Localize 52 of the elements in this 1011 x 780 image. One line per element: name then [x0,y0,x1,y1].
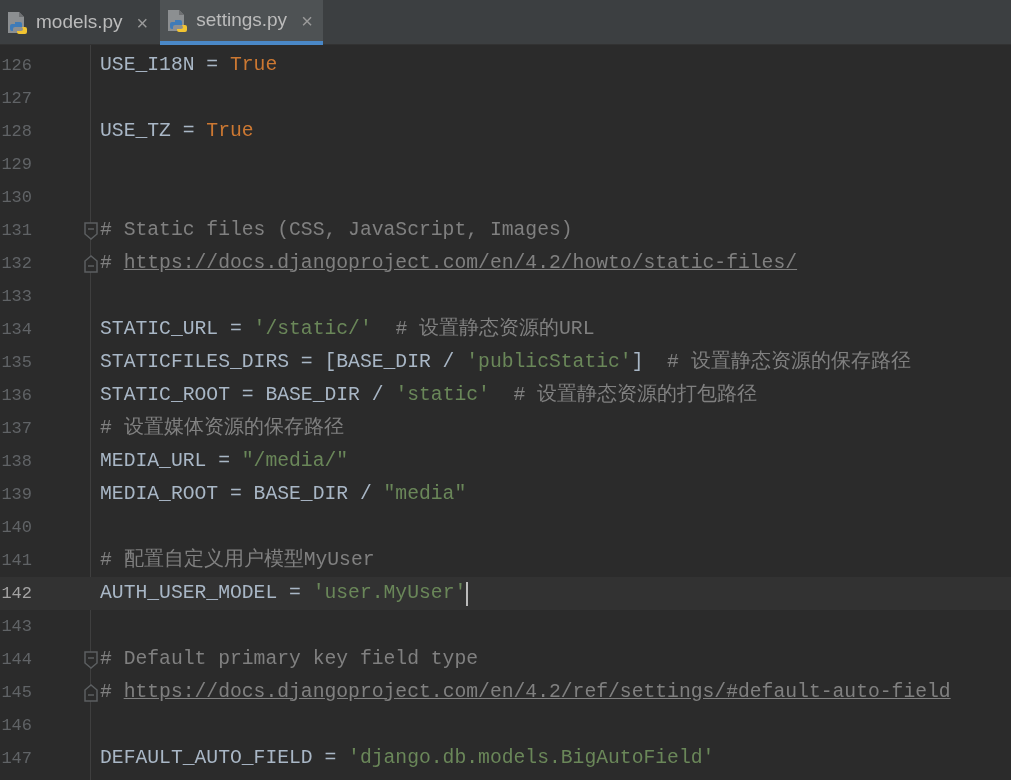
line-number: 133 [0,285,32,308]
line-number: 128 [0,120,32,143]
fold-marker-icon[interactable] [84,221,98,240]
line-number: 144 [0,648,32,671]
code-line: MEDIA_URL = "/media/" [100,448,349,474]
python-file-icon [166,8,189,33]
line-number: 140 [0,516,32,539]
python-file-icon [6,10,28,35]
code-line: STATIC_URL = '/static/' # 设置静态资源的URL [100,316,595,342]
line-number: 145 [0,681,32,704]
code-line: USE_TZ = True [100,118,254,144]
code-line: USE_I18N = True [100,52,278,78]
close-icon[interactable]: × [136,7,149,38]
code-line: DEFAULT_AUTO_FIELD = 'django.db.models.BigAutoField' [100,745,715,771]
fold-marker-icon[interactable] [84,254,98,273]
line-number: 135 [0,351,32,374]
line-number: 141 [0,549,32,572]
line-number: 130 [0,186,32,209]
line-number: 131 [0,219,32,242]
code-line: # Default primary key field type [100,646,479,672]
line-number: 147 [0,747,32,770]
line-number: 126 [0,54,32,77]
code-line: STATIC_ROOT = BASE_DIR / 'static' # 设置静态资源的打包路径 [100,382,758,408]
editor-tab[interactable]: settings.py × [160,0,323,45]
line-number: 129 [0,153,32,176]
line-number: 127 [0,87,32,110]
line-number: 132 [0,252,32,275]
line-number: 134 [0,318,32,341]
tab-label: settings.py [196,8,288,33]
editor-tab[interactable]: models.py × [0,0,159,45]
tab-label: models.py [36,10,123,35]
fold-marker-icon[interactable] [84,650,98,669]
line-number: 138 [0,450,32,473]
code-line: MEDIA_ROOT = BASE_DIR / "media" [100,481,467,507]
fold-marker-icon[interactable] [84,683,98,702]
line-number: 143 [0,615,32,638]
code-line: # 配置自定义用户模型MyUser [100,547,375,573]
code-line: # Static files (CSS, JavaScript, Images) [100,217,573,243]
close-icon[interactable]: × [301,5,313,36]
link[interactable]: https://docs.djangoproject.com/en/4.2/ref/settings/#default-auto-field [123,680,951,703]
link[interactable]: https://docs.djangoproject.com/en/4.2/howto/static-files/ [123,251,798,274]
text-cursor [466,581,469,606]
code-line: # https://docs.djangoproject.com/en/4.2/howto/static-files/ [100,250,798,276]
code-line: # 设置媒体资源的保存路径 [100,415,344,441]
line-number: 137 [0,417,32,440]
code-line: # https://docs.djangoproject.com/en/4.2/ref/settings/#default-auto-field [100,679,951,705]
line-number: 136 [0,384,32,407]
code-line: STATICFILES_DIRS = [BASE_DIR / 'publicStatic'] # 设置静态资源的保存路径 [100,349,911,375]
line-number: 142 [0,582,32,605]
line-number: 146 [0,714,32,737]
line-number: 139 [0,483,32,506]
code-line: AUTH_USER_MODEL = 'user.MyUser' [100,580,467,606]
